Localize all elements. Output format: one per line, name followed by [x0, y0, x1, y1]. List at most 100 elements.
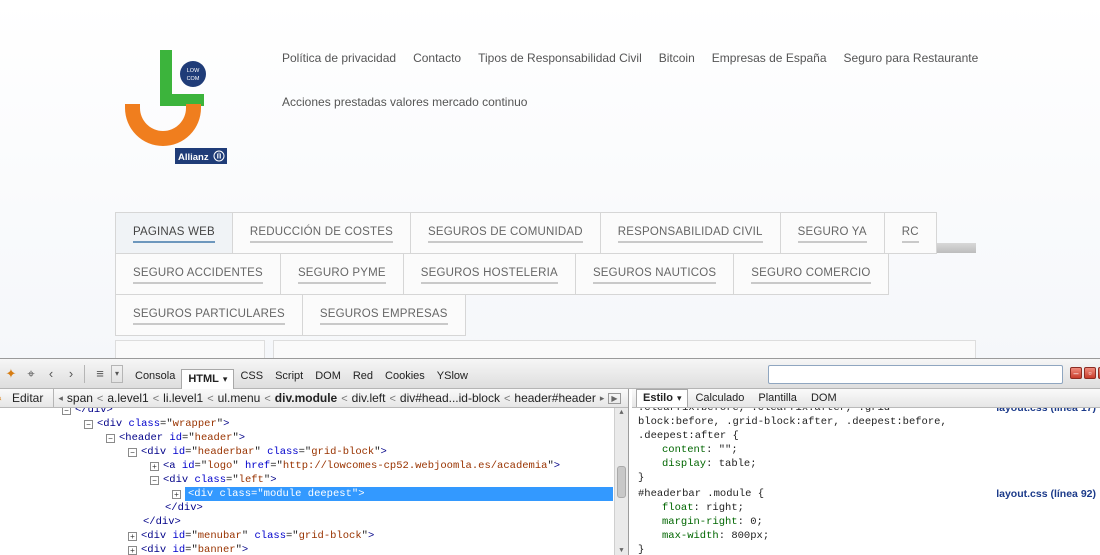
- tab-consola[interactable]: Consola: [129, 367, 181, 390]
- css-declaration[interactable]: float: right;: [662, 502, 744, 515]
- tree-node[interactable]: </div>: [150, 501, 203, 515]
- scroll-down-icon[interactable]: ▼: [615, 547, 628, 555]
- firebug-search-input[interactable]: [768, 365, 1063, 384]
- css-declaration[interactable]: display: table;: [662, 458, 757, 471]
- detach-button[interactable]: ▫: [1084, 367, 1096, 379]
- menu-item[interactable]: RC: [884, 212, 937, 254]
- top-link[interactable]: Seguro para Restaurante: [844, 51, 979, 65]
- html-tree-scrollbar[interactable]: ▲ ▼: [614, 408, 628, 555]
- menu-item-label: SEGUROS PARTICULARES: [133, 306, 285, 325]
- tree-toggle-icon[interactable]: −: [106, 434, 115, 443]
- scroll-thumb[interactable]: [617, 466, 626, 498]
- breadcrumb-item[interactable]: ul.menu: [218, 391, 261, 405]
- tab-yslow[interactable]: YSlow: [431, 367, 474, 390]
- tree-node[interactable]: + <div class="module deepest">: [172, 487, 613, 501]
- tree-node[interactable]: − <div class="left">: [150, 473, 277, 487]
- top-link[interactable]: Empresas de España: [712, 51, 827, 65]
- tree-node[interactable]: </div>: [128, 515, 181, 529]
- css-source-link[interactable]: layout.css (línea 17): [996, 408, 1096, 414]
- breadcrumb-item[interactable]: div.left: [352, 391, 386, 405]
- tree-node[interactable]: − <div class="wrapper">: [84, 417, 229, 431]
- scroll-up-icon[interactable]: ▲: [615, 409, 628, 417]
- css-selector[interactable]: .deepest:after {: [638, 430, 739, 443]
- top-link[interactable]: Tipos de Responsabilidad Civil: [478, 51, 642, 65]
- tree-toggle-icon[interactable]: +: [128, 546, 137, 555]
- dropdown-icon[interactable]: ▾: [111, 364, 123, 383]
- breadcrumb-item[interactable]: span: [67, 391, 93, 405]
- breadcrumb-left-arrow-icon[interactable]: ◂: [54, 393, 67, 404]
- tree-toggle-icon[interactable]: −: [128, 448, 137, 457]
- tree-toggle-icon[interactable]: −: [62, 408, 71, 415]
- tree-toggle-icon[interactable]: −: [150, 476, 159, 485]
- menu-item[interactable]: REDUCCIÓN DE COSTES: [232, 212, 411, 254]
- firebug-bug-icon[interactable]: ✦: [2, 365, 20, 383]
- top-link[interactable]: Política de privacidad: [282, 51, 396, 65]
- menu-item[interactable]: SEGURO COMERCIO: [734, 253, 889, 295]
- css-declaration[interactable]: content: "";: [662, 444, 738, 457]
- css-selector[interactable]: block:before, .grid-block:after, .deepes…: [638, 416, 947, 429]
- tab-html[interactable]: HTML ▾: [181, 369, 235, 390]
- side-tab-plantilla[interactable]: Plantilla: [751, 392, 804, 407]
- breadcrumb-item[interactable]: header#header: [514, 391, 595, 405]
- forward-icon[interactable]: ›: [62, 365, 80, 383]
- breadcrumb-separator: <: [503, 393, 511, 405]
- breadcrumb-more-icon[interactable]: ▶: [608, 392, 621, 404]
- tree-tag: </div>: [143, 516, 181, 528]
- tree-node[interactable]: − </div>: [62, 408, 113, 417]
- breadcrumb-right-arrow-icon[interactable]: ▸: [596, 393, 609, 404]
- inspect-icon[interactable]: ⌖: [22, 365, 40, 383]
- menu-item[interactable]: SEGUROS DE COMUNIDAD: [410, 212, 601, 254]
- css-prop-name: content: [662, 444, 707, 456]
- menu-item[interactable]: SEGURO ACCIDENTES: [115, 253, 281, 295]
- menu-item[interactable]: PAGINAS WEB: [115, 212, 233, 254]
- breadcrumb-item[interactable]: div.module: [275, 391, 337, 405]
- tab-css[interactable]: CSS: [234, 367, 269, 390]
- tab-label: DOM: [315, 370, 341, 382]
- tree-attr-name: class: [254, 530, 286, 542]
- side-tab-estilo[interactable]: Estilo ▾: [636, 389, 689, 407]
- css-source-link[interactable]: layout.css (línea 92): [996, 488, 1096, 500]
- tree-node-markup: <header id="header">: [119, 432, 246, 444]
- side-tab-dom[interactable]: DOM: [804, 392, 844, 407]
- menu-item[interactable]: SEGUROS NAUTICOS: [575, 253, 735, 295]
- tree-node[interactable]: + <a id="logo" href="http://lowcomes-cp52…: [150, 459, 560, 473]
- minimize-button[interactable]: –: [1070, 367, 1082, 379]
- menu-item[interactable]: SEGUROS EMPRESAS: [302, 294, 466, 336]
- menu-item[interactable]: SEGUROS PARTICULARES: [115, 294, 303, 336]
- css-selector[interactable]: .clearfix:before, .clearfix:after, .grid…: [638, 408, 896, 415]
- side-tab-label: DOM: [810, 392, 837, 404]
- tree-toggle-icon[interactable]: +: [150, 462, 159, 471]
- menu-item[interactable]: SEGUROS HOSTELERIA: [403, 253, 576, 295]
- tree-node[interactable]: − <header id="header">: [106, 431, 245, 445]
- back-icon[interactable]: ‹: [42, 365, 60, 383]
- site-logo[interactable]: LOW COM Allianz: [120, 46, 230, 168]
- top-link[interactable]: Bitcoin: [659, 51, 695, 65]
- tree-node[interactable]: + <div id="banner">: [128, 543, 248, 555]
- menu-item[interactable]: SEGURO PYME: [280, 253, 404, 295]
- tree-toggle-icon[interactable]: +: [172, 490, 181, 499]
- tab-script[interactable]: Script: [269, 367, 309, 390]
- tree-node[interactable]: + <div id="menubar" class="grid-block">: [128, 529, 374, 543]
- tree-node-markup: </div>: [75, 408, 113, 416]
- tree-toggle-icon[interactable]: −: [84, 420, 93, 429]
- breadcrumb-item[interactable]: div#head...id-block: [400, 391, 500, 405]
- tree-node[interactable]: − <div id="headerbar" class="grid-block">: [128, 445, 387, 459]
- menu-item[interactable]: RESPONSABILIDAD CIVIL: [600, 212, 781, 254]
- breadcrumb-item[interactable]: a.level1: [107, 391, 148, 405]
- menu-item[interactable]: SEGURO YA: [780, 212, 885, 254]
- tab-dom[interactable]: DOM: [309, 367, 347, 390]
- breadcrumb-item[interactable]: li.level1: [163, 391, 203, 405]
- logo-badge-top: LOW: [187, 68, 200, 74]
- side-tab-calculado[interactable]: Calculado: [688, 392, 751, 407]
- top-link[interactable]: Contacto: [413, 51, 461, 65]
- css-declaration[interactable]: max-width: 800px;: [662, 530, 769, 543]
- menu-lines-icon[interactable]: ≡: [91, 365, 109, 383]
- edit-button[interactable]: ✎ Editar: [0, 389, 55, 407]
- tab-cookies[interactable]: Cookies: [379, 367, 431, 390]
- css-selector[interactable]: #headerbar .module {: [638, 488, 764, 501]
- tree-toggle-icon[interactable]: +: [128, 532, 137, 541]
- top-link[interactable]: Acciones prestadas valores mercado conti…: [282, 95, 527, 109]
- tree-attr-value: headerbar: [197, 446, 255, 458]
- tab-red[interactable]: Red: [347, 367, 379, 390]
- css-declaration[interactable]: margin-right: 0;: [662, 516, 763, 529]
